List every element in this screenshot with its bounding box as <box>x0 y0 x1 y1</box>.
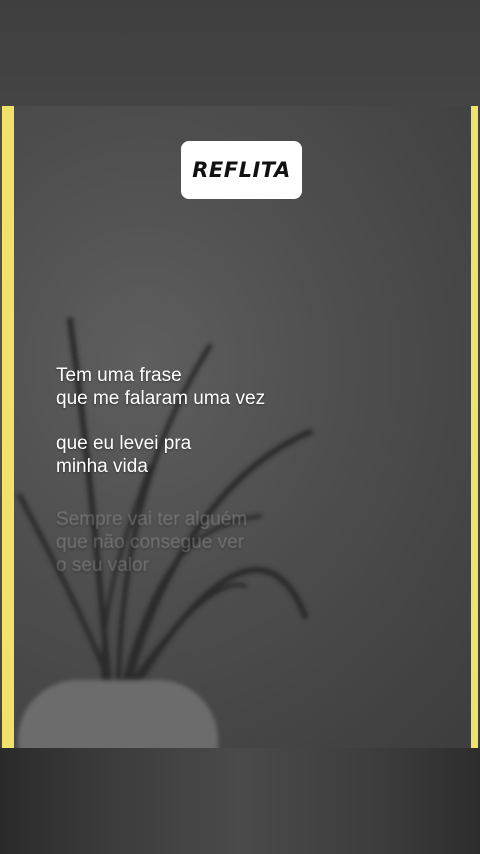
caption-line: que eu levei pra <box>56 433 192 454</box>
title-card: REFLITA <box>181 141 302 199</box>
right-accent-bar <box>471 106 478 748</box>
caption-group-3: Sempre vai ter alguém que não consegue v… <box>56 508 247 577</box>
bottom-letterbox <box>0 748 480 854</box>
title-text: REFLITA <box>192 158 291 182</box>
caption-line: minha vida <box>56 456 148 477</box>
video-screen[interactable]: REFLITA Tem uma frase que me falaram uma… <box>0 0 480 854</box>
video-frame[interactable] <box>0 106 480 748</box>
caption-line: que me falaram uma vez <box>56 388 266 409</box>
caption-group-1: Tem uma frase que me falaram uma vez <box>56 364 265 410</box>
caption-line: Tem uma frase <box>56 365 182 386</box>
top-letterbox <box>0 0 480 106</box>
caption-line: o seu valor <box>56 555 149 576</box>
caption-line: que não consegue ver <box>56 532 245 553</box>
caption-group-2: que eu levei pra minha vida <box>56 432 191 478</box>
plant-pot <box>18 680 218 748</box>
plant-silhouette-icon <box>17 317 313 699</box>
caption-line: Sempre vai ter alguém <box>56 509 248 530</box>
left-accent-bar <box>2 106 14 748</box>
